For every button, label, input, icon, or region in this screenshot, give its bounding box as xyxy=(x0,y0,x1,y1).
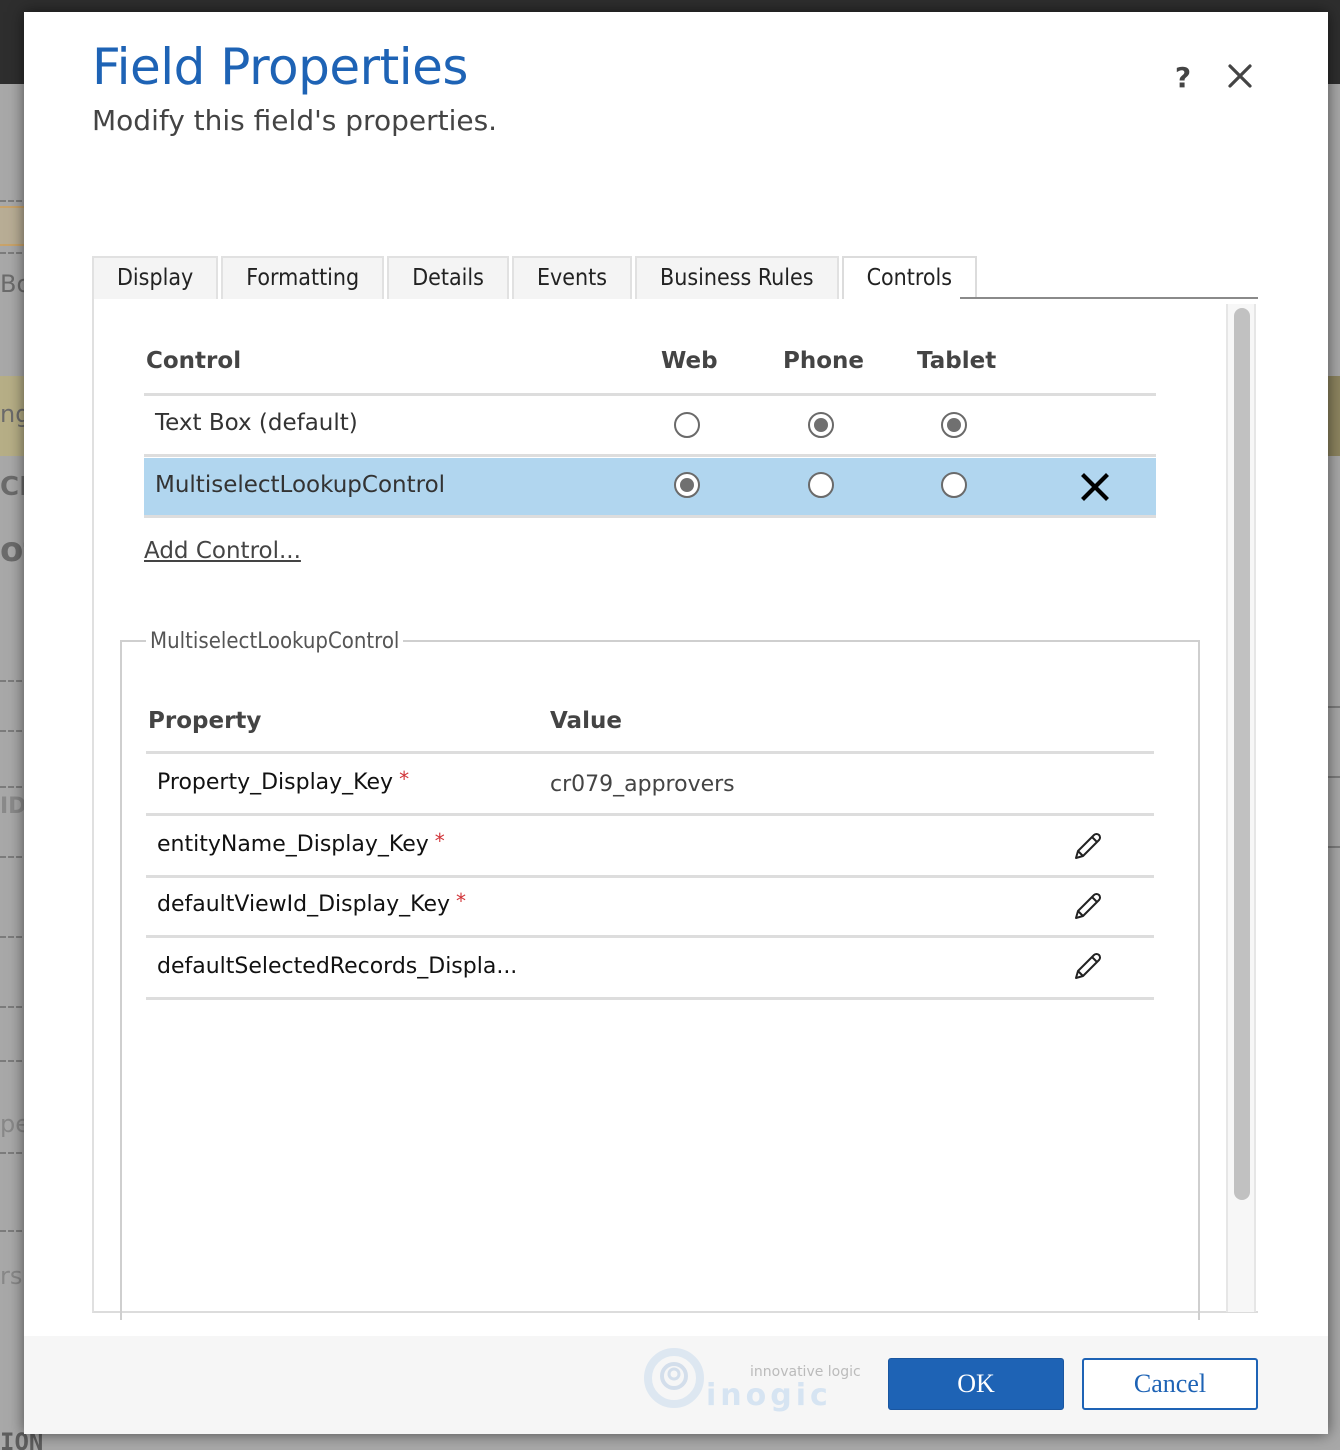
column-header-tablet: Tablet xyxy=(917,348,997,374)
edit-property-button[interactable] xyxy=(1070,890,1104,924)
required-indicator: * xyxy=(456,889,467,913)
control-properties-fieldset xyxy=(120,640,1200,1320)
help-button[interactable]: ? xyxy=(1168,60,1198,96)
field-properties-dialog: Field Properties Modify this field's pro… xyxy=(24,12,1328,1434)
row-divider xyxy=(146,935,1154,938)
close-icon xyxy=(1228,64,1252,88)
background-text: ng xyxy=(0,400,26,428)
tab-events[interactable]: Events xyxy=(511,256,632,300)
background-band xyxy=(1328,376,1340,456)
background-divider xyxy=(1328,846,1340,848)
edit-property-button[interactable] xyxy=(1070,950,1104,984)
pencil-icon xyxy=(1075,832,1102,859)
background-text: ID xyxy=(0,794,26,819)
radio-phone[interactable] xyxy=(808,472,834,498)
fieldset-legend: MultiselectLookupControl xyxy=(146,629,404,654)
background-text: ot xyxy=(0,530,26,570)
column-header-phone: Phone xyxy=(783,348,865,374)
tab-controls[interactable]: Controls xyxy=(841,256,978,302)
ok-button[interactable]: OK xyxy=(888,1358,1064,1410)
background-text: pe xyxy=(0,1110,26,1138)
tab-business-rules[interactable]: Business Rules xyxy=(635,256,839,300)
radio-tablet[interactable] xyxy=(941,472,967,498)
row-divider xyxy=(144,454,1156,457)
required-indicator: * xyxy=(399,767,410,791)
radio-phone[interactable] xyxy=(808,412,834,438)
header-divider xyxy=(146,751,1154,754)
column-header-value: Value xyxy=(550,708,622,734)
remove-icon xyxy=(1081,473,1109,501)
logo-wordmark: inogic xyxy=(706,1378,832,1413)
row-divider xyxy=(146,875,1154,878)
background-divider xyxy=(1328,706,1340,708)
background-text: Bo xyxy=(0,270,26,298)
remove-control-button[interactable] xyxy=(1080,472,1110,502)
pencil-icon xyxy=(1075,952,1102,979)
radio-tablet[interactable] xyxy=(941,412,967,438)
property-name: entityName_Display_Key * xyxy=(157,829,445,857)
dialog-subtitle: Modify this field's properties. xyxy=(92,104,498,137)
row-divider xyxy=(146,997,1154,1000)
property-name: defaultSelectedRecords_Displa... xyxy=(157,954,518,979)
tab-formatting[interactable]: Formatting xyxy=(221,256,385,300)
control-name: Text Box (default) xyxy=(155,410,358,436)
column-header-property: Property xyxy=(148,708,262,734)
property-name: Property_Display_Key * xyxy=(157,767,410,795)
edit-property-button[interactable] xyxy=(1070,830,1104,864)
header-divider xyxy=(144,393,1156,396)
add-control-link[interactable]: Add Control... xyxy=(144,538,301,564)
background-band xyxy=(0,206,26,246)
radio-web[interactable] xyxy=(674,412,700,438)
row-divider xyxy=(146,813,1154,816)
column-header-control: Control xyxy=(146,348,242,374)
tab-bar: Display Formatting Details Events Busine… xyxy=(92,256,980,302)
close-button[interactable] xyxy=(1222,56,1258,96)
property-name: defaultViewId_Display_Key * xyxy=(157,889,467,917)
property-value: cr079_approvers xyxy=(550,772,735,797)
tab-display[interactable]: Display xyxy=(92,256,219,300)
background-text: rs xyxy=(0,1262,23,1290)
tab-details[interactable]: Details xyxy=(387,256,509,300)
scrollbar-thumb[interactable] xyxy=(1234,308,1250,1200)
row-divider xyxy=(144,515,1156,518)
dialog-title: Field Properties xyxy=(92,38,468,96)
help-icon: ? xyxy=(1174,61,1192,94)
cancel-button[interactable]: Cancel xyxy=(1082,1358,1258,1410)
background-divider xyxy=(1328,776,1340,778)
column-header-web: Web xyxy=(661,348,718,374)
control-name: MultiselectLookupControl xyxy=(155,472,446,498)
required-indicator: * xyxy=(434,829,445,853)
radio-web[interactable] xyxy=(674,472,700,498)
background-text: CD xyxy=(0,472,26,502)
pencil-icon xyxy=(1075,892,1102,919)
